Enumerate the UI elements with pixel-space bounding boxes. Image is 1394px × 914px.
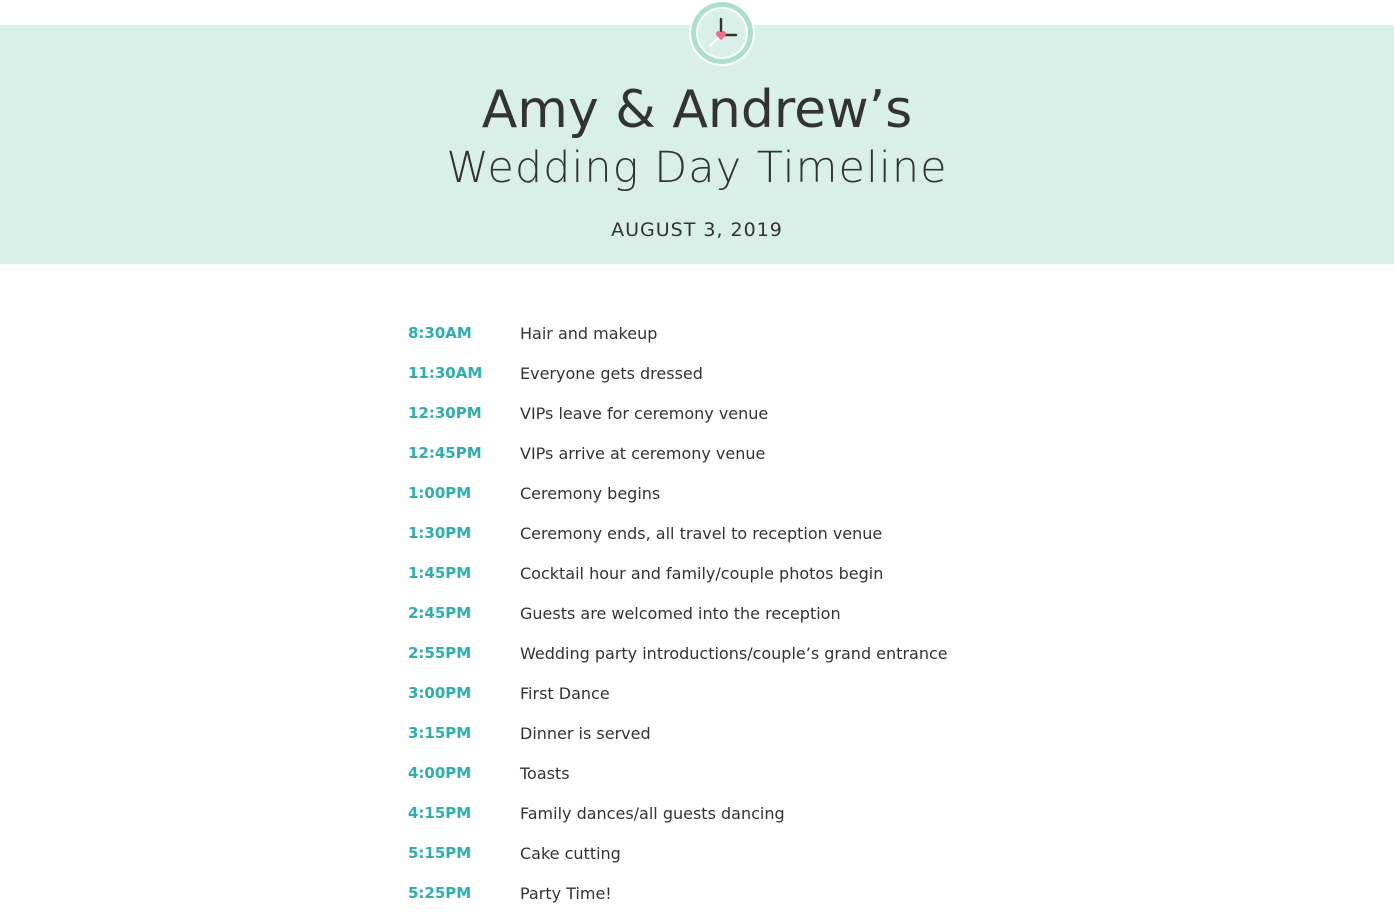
event-description: Everyone gets dressed xyxy=(520,363,703,383)
event-description: Family dances/all guests dancing xyxy=(520,803,785,823)
event-time: 8:30AM xyxy=(408,324,472,342)
timeline-row: 1:45PM Cocktail hour and family/couple ph… xyxy=(408,553,948,593)
event-description: Dinner is served xyxy=(520,723,651,743)
timeline-row: 5:15PM Cake cutting xyxy=(408,833,948,873)
event-time: 3:00PM xyxy=(408,684,472,702)
timeline-row: 3:15PM Dinner is served xyxy=(408,713,948,753)
timeline-row: 2:55PM Wedding party introductions/couple… xyxy=(408,633,948,673)
event-time: 12:30PM xyxy=(408,404,482,422)
clock-heart-icon xyxy=(689,0,755,66)
timeline-row: 12:30PM VIPs leave for ceremony venue xyxy=(408,393,948,433)
event-description: Cocktail hour and family/couple photos b… xyxy=(520,563,884,583)
event-time: 2:55PM xyxy=(408,644,472,662)
timeline-row: 1:00PM Ceremony begins xyxy=(408,473,948,513)
event-description: First Dance xyxy=(520,683,610,703)
event-time: 4:15PM xyxy=(408,804,472,822)
timeline-row: 5:25PM Party Time! xyxy=(408,873,948,913)
event-description: VIPs leave for ceremony venue xyxy=(520,403,769,423)
timeline-row: 4:15PM Family dances/all guests dancing xyxy=(408,793,948,833)
wedding-date: AUGUST 3, 2019 xyxy=(611,219,783,241)
event-description: Guests are welcomed into the reception xyxy=(520,603,841,623)
page-title: Amy & Andrew’s xyxy=(481,80,913,140)
event-time: 4:00PM xyxy=(408,764,472,782)
timeline-row: 4:00PM Toasts xyxy=(408,753,948,793)
event-description: Hair and makeup xyxy=(520,323,658,343)
timeline-row: 12:45PM VIPs arrive at ceremony venue xyxy=(408,433,948,473)
event-time: 5:25PM xyxy=(408,884,472,902)
event-time: 3:15PM xyxy=(408,724,472,742)
event-description: Party Time! xyxy=(520,883,612,903)
event-description: VIPs arrive at ceremony venue xyxy=(520,443,766,463)
event-time: 2:45PM xyxy=(408,604,472,622)
timeline-row: 11:30AM Everyone gets dressed xyxy=(408,353,948,393)
event-time: 1:30PM xyxy=(408,524,472,542)
event-description: Ceremony ends, all travel to reception v… xyxy=(520,523,883,543)
event-description: Toasts xyxy=(520,763,570,783)
event-description: Ceremony begins xyxy=(520,483,661,503)
event-time: 1:00PM xyxy=(408,484,472,502)
event-time: 11:30AM xyxy=(408,364,483,382)
timeline-row: 2:45PM Guests are welcomed into the recep… xyxy=(408,593,948,633)
event-time: 5:15PM xyxy=(408,844,472,862)
page-subtitle: Wedding Day Timeline xyxy=(446,143,948,193)
event-description: Cake cutting xyxy=(520,843,621,863)
timeline-row: 3:00PM First Dance xyxy=(408,673,948,713)
timeline-list: 8:30AM Hair and makeup 11:30AM Everyone ge… xyxy=(408,313,948,913)
event-time: 1:45PM xyxy=(408,564,472,582)
timeline-row: 8:30AM Hair and makeup xyxy=(408,313,948,353)
timeline-row: 1:30PM Ceremony ends, all travel to recep… xyxy=(408,513,948,553)
event-time: 12:45PM xyxy=(408,444,482,462)
event-description: Wedding party introductions/couple’s gra… xyxy=(520,643,948,663)
